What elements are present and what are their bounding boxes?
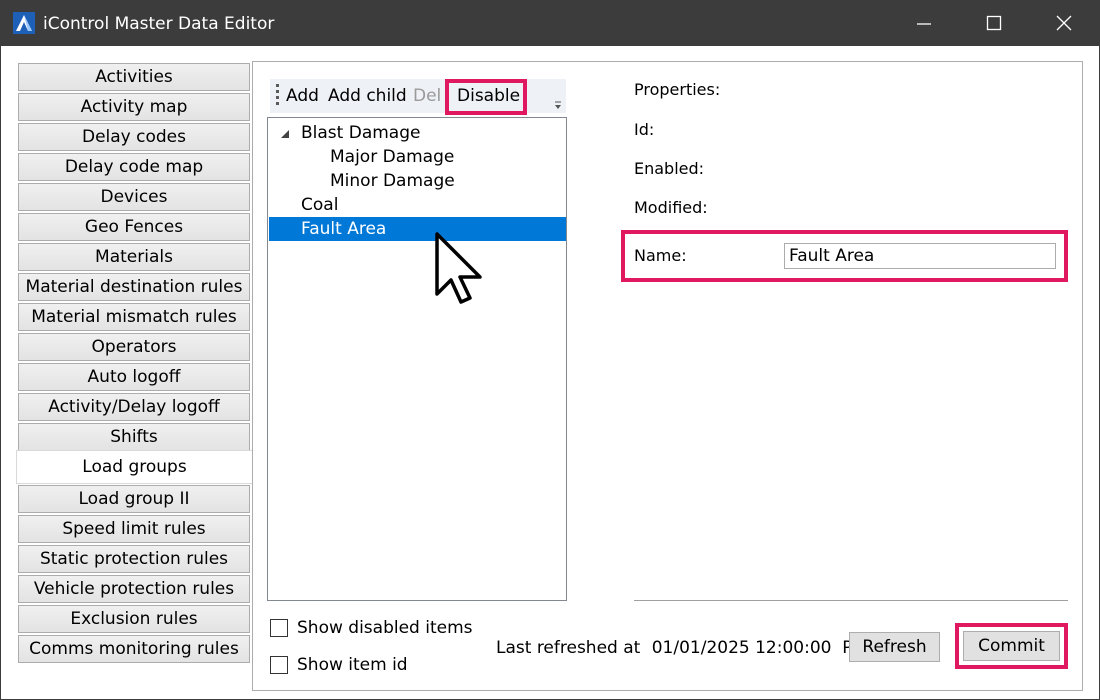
delete-button[interactable]: Del xyxy=(413,85,441,107)
tree-item-label: Coal xyxy=(301,195,339,215)
tree-item-minor-damage[interactable]: Minor Damage xyxy=(269,169,566,193)
sidebar-tab-comms-monitoring-rules[interactable]: Comms monitoring rules xyxy=(18,635,250,663)
sidebar-tab-devices[interactable]: Devices xyxy=(18,183,250,211)
sidebar-tab-static-protection-rules[interactable]: Static protection rules xyxy=(18,545,250,573)
tree-item-label: Major Damage xyxy=(330,147,455,167)
close-icon xyxy=(1056,15,1072,31)
last-refreshed: Last refreshed at 01/01/2025 12:00:00 PM xyxy=(496,637,867,659)
sidebar-tab-load-groups[interactable]: Load groups xyxy=(16,450,252,484)
show-item-id-checkbox[interactable] xyxy=(270,656,288,674)
sidebar-tab-activity-map[interactable]: Activity map xyxy=(18,93,250,121)
minimize-icon xyxy=(917,23,931,25)
tree-item-coal[interactable]: Coal xyxy=(269,193,566,217)
id-label: Id: xyxy=(634,120,655,139)
disable-highlight xyxy=(445,79,527,115)
sidebar-tab-material-destination-rules[interactable]: Material destination rules xyxy=(18,273,250,301)
sidebar-tab-auto-logoff[interactable]: Auto logoff xyxy=(18,363,250,391)
show-disabled-label[interactable]: Show disabled items xyxy=(297,617,473,639)
name-highlight xyxy=(621,230,1068,282)
app-logo-icon xyxy=(13,12,35,34)
toolbar-overflow-icon[interactable] xyxy=(553,99,563,111)
add-child-button[interactable]: Add child xyxy=(328,85,407,107)
add-button[interactable]: Add xyxy=(286,85,319,107)
show-disabled-checkbox[interactable] xyxy=(270,619,288,637)
mouse-pointer-icon xyxy=(435,232,482,304)
sidebar-tab-vehicle-protection-rules[interactable]: Vehicle protection rules xyxy=(18,575,250,603)
toolbar-grip[interactable] xyxy=(276,84,279,106)
show-item-id-label[interactable]: Show item id xyxy=(297,654,408,676)
tree-item-label: Fault Area xyxy=(301,219,387,239)
title-bar[interactable]: iControl Master Data Editor xyxy=(1,1,1099,46)
maximize-button[interactable] xyxy=(959,1,1029,46)
tree-view[interactable]: Blast Damage Major Damage Minor Damage C… xyxy=(267,117,567,601)
expand-arrow-icon[interactable] xyxy=(281,130,290,139)
last-refreshed-label: Last refreshed at xyxy=(496,638,641,658)
tree-item-major-damage[interactable]: Major Damage xyxy=(269,145,566,169)
sidebar-tab-exclusion-rules[interactable]: Exclusion rules xyxy=(18,605,250,633)
properties-header: Properties: xyxy=(634,80,721,99)
last-refreshed-value: 01/01/2025 12:00:00 PM xyxy=(651,638,868,658)
sidebar-tab-speed-limit-rules[interactable]: Speed limit rules xyxy=(18,515,250,543)
enabled-label: Enabled: xyxy=(634,159,705,178)
sidebar-tab-activities[interactable]: Activities xyxy=(18,63,250,91)
sidebar-tab-load-group-ii[interactable]: Load group II xyxy=(18,485,250,513)
modified-label: Modified: xyxy=(634,198,708,217)
divider xyxy=(634,600,1068,601)
commit-highlight xyxy=(955,623,1068,669)
sidebar-tab-delay-codes[interactable]: Delay codes xyxy=(18,123,250,151)
tree-item-blast-damage[interactable]: Blast Damage xyxy=(269,121,566,145)
maximize-icon xyxy=(986,15,1002,31)
window-title: iControl Master Data Editor xyxy=(43,14,275,34)
sidebar-tab-activity-delay-logoff[interactable]: Activity/Delay logoff xyxy=(18,393,250,421)
close-button[interactable] xyxy=(1029,1,1099,46)
minimize-button[interactable] xyxy=(889,1,959,46)
sidebar-tab-material-mismatch-rules[interactable]: Material mismatch rules xyxy=(18,303,250,331)
sidebar-tab-delay-code-map[interactable]: Delay code map xyxy=(18,153,250,181)
sidebar-tab-shifts[interactable]: Shifts xyxy=(18,423,250,451)
refresh-button[interactable]: Refresh xyxy=(849,632,940,662)
sidebar-tab-geo-fences[interactable]: Geo Fences xyxy=(18,213,250,241)
sidebar-tab-materials[interactable]: Materials xyxy=(18,243,250,271)
tree-item-fault-area[interactable]: Fault Area xyxy=(269,217,566,241)
tree-item-label: Minor Damage xyxy=(330,171,455,191)
tree-item-label: Blast Damage xyxy=(301,123,421,143)
sidebar-tab-operators[interactable]: Operators xyxy=(18,333,250,361)
